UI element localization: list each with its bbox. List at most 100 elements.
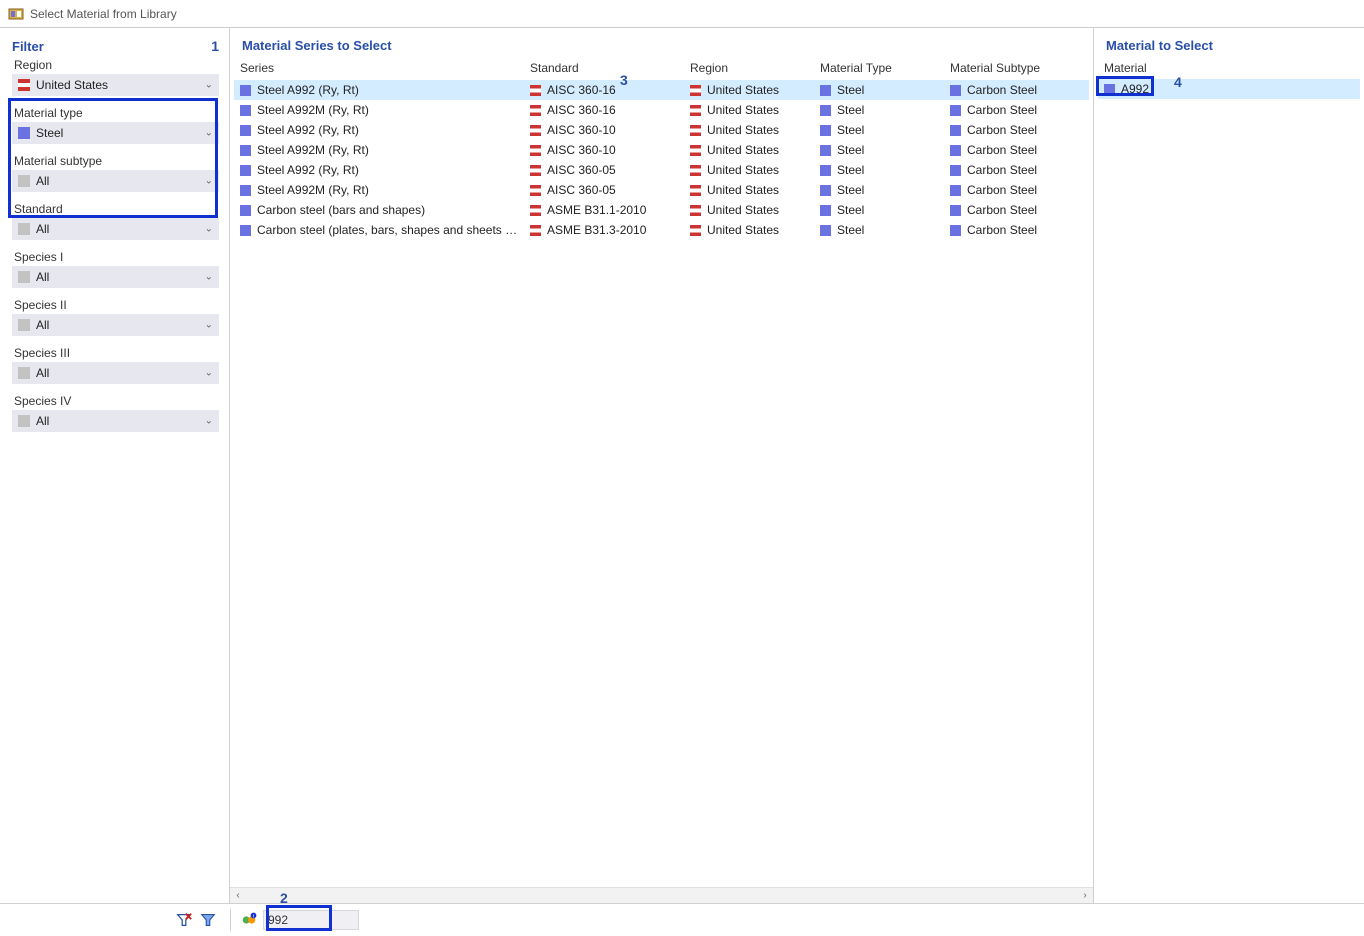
gray-icon <box>18 175 30 187</box>
cell-type: Steel <box>814 140 944 160</box>
chevron-down-icon: ⌄ <box>205 128 213 139</box>
chevron-down-icon: ⌄ <box>205 368 213 379</box>
filter-label: Material subtype <box>12 154 219 168</box>
status-separator <box>230 909 231 931</box>
material-header-label: Material to Select <box>1106 38 1213 53</box>
steel-icon <box>950 165 961 176</box>
cell-subtype: Carbon Steel <box>944 140 1089 160</box>
cell-subtype: Carbon Steel <box>944 200 1089 220</box>
scroll-left-icon[interactable]: ‹ <box>230 890 246 901</box>
series-header: Material Series to Select <box>230 28 1093 57</box>
cell-type: Steel <box>814 100 944 120</box>
chevron-down-icon: ⌄ <box>205 320 213 331</box>
series-table: SeriesStandardRegionMaterial TypeMateria… <box>234 57 1089 240</box>
steel-icon <box>820 85 831 96</box>
steel-icon <box>950 145 961 156</box>
cell-standard: AISC 360-10 <box>524 120 684 140</box>
search-mode-icon[interactable]: ! <box>239 910 259 930</box>
series-row[interactable]: Carbon steel (bars and shapes)ASME B31.1… <box>234 200 1089 220</box>
series-col-material-subtype[interactable]: Material Subtype <box>944 57 1089 80</box>
filter-select-species-iv[interactable]: All⌄ <box>12 410 219 432</box>
flag-icon <box>690 185 701 196</box>
cell-type: Steel <box>814 220 944 240</box>
chevron-down-icon: ⌄ <box>205 224 213 235</box>
filter-label: Standard <box>12 202 219 216</box>
filter-header: Filter 1 <box>0 28 229 58</box>
filter-label: Material type <box>12 106 219 120</box>
series-col-standard[interactable]: Standard <box>524 57 684 80</box>
steel-icon <box>950 225 961 236</box>
material-column-header[interactable]: Material <box>1098 57 1360 79</box>
flag-icon <box>690 105 701 116</box>
series-horizontal-scrollbar[interactable]: ‹ › <box>230 887 1093 903</box>
series-col-material-type[interactable]: Material Type <box>814 57 944 80</box>
cell-region: United States <box>684 100 814 120</box>
filter-select-species-ii[interactable]: All⌄ <box>12 314 219 336</box>
cell-series: Steel A992 (Ry, Rt) <box>234 160 524 180</box>
series-panel: Material Series to Select SeriesStandard… <box>230 28 1094 903</box>
cell-region: United States <box>684 120 814 140</box>
cell-region: United States <box>684 220 814 240</box>
series-row[interactable]: Carbon steel (plates, bars, shapes and s… <box>234 220 1089 240</box>
series-row[interactable]: Steel A992M (Ry, Rt)AISC 360-16United St… <box>234 100 1089 120</box>
clear-filter-button[interactable] <box>174 910 194 930</box>
series-row[interactable]: Steel A992 (Ry, Rt)AISC 360-05United Sta… <box>234 160 1089 180</box>
gray-icon <box>18 223 30 235</box>
filter-select-region[interactable]: United States⌄ <box>12 74 219 96</box>
filter-value: All <box>36 174 49 188</box>
filter-value: All <box>36 270 49 284</box>
cell-series: Carbon steel (plates, bars, shapes and s… <box>234 220 524 240</box>
series-row[interactable]: Steel A992 (Ry, Rt)AISC 360-10United Sta… <box>234 120 1089 140</box>
steel-icon <box>240 85 251 96</box>
chevron-down-icon: ⌄ <box>205 80 213 91</box>
cell-region: United States <box>684 140 814 160</box>
steel-icon <box>950 105 961 116</box>
cell-subtype: Carbon Steel <box>944 160 1089 180</box>
filter-select-material-type[interactable]: Steel ⌄ <box>12 122 219 144</box>
filter-label: Species I <box>12 250 219 264</box>
scroll-right-icon[interactable]: › <box>1077 890 1093 901</box>
flag-icon <box>530 165 541 176</box>
series-row[interactable]: Steel A992M (Ry, Rt)AISC 360-10United St… <box>234 140 1089 160</box>
material-row[interactable]: A992 <box>1098 79 1360 99</box>
filter-group-region: RegionUnited States⌄ <box>12 58 219 96</box>
cell-series: Steel A992M (Ry, Rt) <box>234 180 524 200</box>
flag-icon <box>530 145 541 156</box>
flag-icon <box>530 225 541 236</box>
cell-region: United States <box>684 80 814 101</box>
cell-series: Steel A992 (Ry, Rt) <box>234 120 524 140</box>
gray-icon <box>18 367 30 379</box>
filter-label: Species II <box>12 298 219 312</box>
search-input[interactable]: 992 <box>263 910 359 930</box>
cell-series: Carbon steel (bars and shapes) <box>234 200 524 220</box>
filter-value: Steel <box>36 126 63 140</box>
series-row[interactable]: Steel A992 (Ry, Rt)AISC 360-16United Sta… <box>234 80 1089 101</box>
series-col-series[interactable]: Series <box>234 57 524 80</box>
chevron-down-icon: ⌄ <box>205 272 213 283</box>
cell-type: Steel <box>814 160 944 180</box>
cell-subtype: Carbon Steel <box>944 80 1089 101</box>
flag-icon <box>530 85 541 96</box>
steel-icon <box>820 185 831 196</box>
cell-subtype: Carbon Steel <box>944 220 1089 240</box>
filter-select-species-i[interactable]: All ⌄ <box>12 266 219 288</box>
series-row[interactable]: Steel A992M (Ry, Rt)AISC 360-05United St… <box>234 180 1089 200</box>
search-input-value: 992 <box>268 913 288 927</box>
cell-region: United States <box>684 160 814 180</box>
cell-subtype: Carbon Steel <box>944 100 1089 120</box>
filter-select-material-subtype[interactable]: All⌄ <box>12 170 219 192</box>
cell-region: United States <box>684 180 814 200</box>
material-name: A992 <box>1121 82 1149 96</box>
gray-icon <box>18 319 30 331</box>
steel-icon <box>240 205 251 216</box>
filter-select-species-iii[interactable]: All⌄ <box>12 362 219 384</box>
filter-funnel-button[interactable] <box>198 910 218 930</box>
filter-group-material-subtype: Material subtype All⌄ <box>12 154 219 192</box>
filter-label: Species IV <box>12 394 219 408</box>
steel-icon <box>820 105 831 116</box>
filter-select-standard[interactable]: All⌄ <box>12 218 219 240</box>
status-bar: ! 992 2 <box>0 904 1364 936</box>
series-col-region[interactable]: Region <box>684 57 814 80</box>
steel-icon <box>950 85 961 96</box>
gray-icon <box>18 415 30 427</box>
